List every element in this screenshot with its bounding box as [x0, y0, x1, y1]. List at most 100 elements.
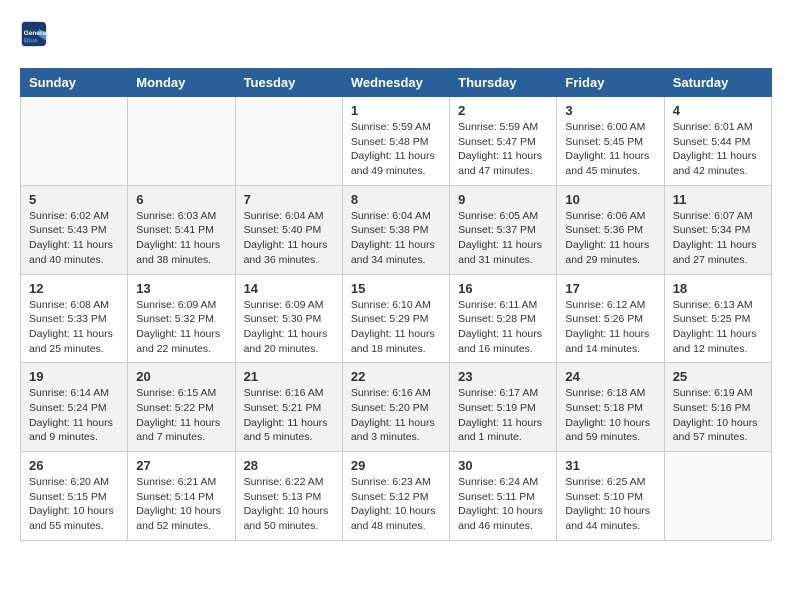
day-number: 23 — [458, 369, 548, 384]
day-info: Sunrise: 6:20 AMSunset: 5:15 PMDaylight:… — [29, 475, 119, 534]
calendar-cell: 15 Sunrise: 6:10 AMSunset: 5:29 PMDayligh… — [342, 274, 449, 363]
day-number: 2 — [458, 103, 548, 118]
week-row-3: 12Sunrise: 6:08 AMSunset: 5:33 PMDayligh… — [21, 274, 772, 363]
day-number: 26 — [29, 458, 119, 473]
day-number: 22 — [351, 369, 441, 384]
calendar-cell: 31 Sunrise: 6:25 AMSunset: 5:10 PMDayligh… — [557, 452, 664, 541]
day-number: 18 — [673, 281, 763, 296]
day-info: Sunrise: 6:23 AMSunset: 5:12 PMDaylight:… — [351, 475, 441, 534]
day-info: Sunrise: 6:17 AMSunset: 5:19 PMDaylight:… — [458, 386, 548, 445]
calendar-cell: 8 Sunrise: 6:04 AMSunset: 5:38 PMDaylight… — [342, 185, 449, 274]
day-info: Sunrise: 6:06 AMSunset: 5:36 PMDaylight:… — [565, 209, 655, 268]
day-info: Sunrise: 6:11 AMSunset: 5:28 PMDaylight:… — [458, 298, 548, 357]
day-number: 19 — [29, 369, 119, 384]
day-number: 20 — [136, 369, 226, 384]
day-info: Sunrise: 6:00 AMSunset: 5:45 PMDaylight:… — [565, 120, 655, 179]
day-info: Sunrise: 6:04 AMSunset: 5:40 PMDaylight:… — [244, 209, 334, 268]
day-info: Sunrise: 6:25 AMSunset: 5:10 PMDaylight:… — [565, 475, 655, 534]
calendar-cell: 30 Sunrise: 6:24 AMSunset: 5:11 PMDayligh… — [450, 452, 557, 541]
calendar-cell: 16 Sunrise: 6:11 AMSunset: 5:28 PMDayligh… — [450, 274, 557, 363]
calendar-cell: 23 Sunrise: 6:17 AMSunset: 5:19 PMDayligh… — [450, 363, 557, 452]
calendar-cell: 13Sunrise: 6:09 AMSunset: 5:32 PMDayligh… — [128, 274, 235, 363]
week-row-5: 26 Sunrise: 6:20 AMSunset: 5:15 PMDayligh… — [21, 452, 772, 541]
calendar-cell: 22 Sunrise: 6:16 AMSunset: 5:20 PMDayligh… — [342, 363, 449, 452]
day-number: 16 — [458, 281, 548, 296]
calendar-cell: 6Sunrise: 6:03 AMSunset: 5:41 PMDaylight… — [128, 185, 235, 274]
calendar-cell: 19 Sunrise: 6:14 AMSunset: 5:24 PMDayligh… — [21, 363, 128, 452]
day-info: Sunrise: 6:04 AMSunset: 5:38 PMDaylight:… — [351, 209, 441, 268]
calendar-cell: 1Sunrise: 5:59 AMSunset: 5:48 PMDaylight… — [342, 97, 449, 186]
calendar-cell: 10 Sunrise: 6:06 AMSunset: 5:36 PMDayligh… — [557, 185, 664, 274]
day-info: Sunrise: 6:03 AMSunset: 5:41 PMDaylight:… — [136, 209, 226, 268]
calendar-cell — [21, 97, 128, 186]
calendar-table: SundayMondayTuesdayWednesdayThursdayFrid… — [20, 68, 772, 541]
weekday-header-tuesday: Tuesday — [235, 69, 342, 97]
calendar-cell: 11 Sunrise: 6:07 AMSunset: 5:34 PMDayligh… — [664, 185, 771, 274]
day-number: 8 — [351, 192, 441, 207]
calendar-cell: 28 Sunrise: 6:22 AMSunset: 5:13 PMDayligh… — [235, 452, 342, 541]
day-number: 3 — [565, 103, 655, 118]
day-info: Sunrise: 6:12 AMSunset: 5:26 PMDaylight:… — [565, 298, 655, 357]
calendar-cell: 12Sunrise: 6:08 AMSunset: 5:33 PMDayligh… — [21, 274, 128, 363]
weekday-header-row: SundayMondayTuesdayWednesdayThursdayFrid… — [21, 69, 772, 97]
day-info: Sunrise: 6:08 AMSunset: 5:33 PMDaylight:… — [29, 298, 119, 357]
weekday-header-saturday: Saturday — [664, 69, 771, 97]
logo-icon: General Blue — [20, 20, 48, 48]
week-row-4: 19 Sunrise: 6:14 AMSunset: 5:24 PMDayligh… — [21, 363, 772, 452]
calendar-cell: 20 Sunrise: 6:15 AMSunset: 5:22 PMDayligh… — [128, 363, 235, 452]
calendar-cell: 26 Sunrise: 6:20 AMSunset: 5:15 PMDayligh… — [21, 452, 128, 541]
day-info: Sunrise: 6:01 AMSunset: 5:44 PMDaylight:… — [673, 120, 763, 179]
day-info: Sunrise: 6:05 AMSunset: 5:37 PMDaylight:… — [458, 209, 548, 268]
day-info: Sunrise: 6:13 AMSunset: 5:25 PMDaylight:… — [673, 298, 763, 357]
calendar-cell: 17Sunrise: 6:12 AMSunset: 5:26 PMDayligh… — [557, 274, 664, 363]
day-number: 4 — [673, 103, 763, 118]
calendar-cell: 21 Sunrise: 6:16 AMSunset: 5:21 PMDayligh… — [235, 363, 342, 452]
day-number: 14 — [244, 281, 334, 296]
day-info: Sunrise: 6:22 AMSunset: 5:13 PMDaylight:… — [244, 475, 334, 534]
calendar-cell: 14 Sunrise: 6:09 AMSunset: 5:30 PMDayligh… — [235, 274, 342, 363]
day-number: 7 — [244, 192, 334, 207]
weekday-header-wednesday: Wednesday — [342, 69, 449, 97]
day-info: Sunrise: 6:10 AMSunset: 5:29 PMDaylight:… — [351, 298, 441, 357]
calendar-cell: 29 Sunrise: 6:23 AMSunset: 5:12 PMDayligh… — [342, 452, 449, 541]
day-number: 27 — [136, 458, 226, 473]
weekday-header-monday: Monday — [128, 69, 235, 97]
calendar-cell: 3 Sunrise: 6:00 AMSunset: 5:45 PMDaylight… — [557, 97, 664, 186]
day-number: 29 — [351, 458, 441, 473]
calendar-cell — [128, 97, 235, 186]
day-number: 28 — [244, 458, 334, 473]
day-info: Sunrise: 6:09 AMSunset: 5:30 PMDaylight:… — [244, 298, 334, 357]
day-info: Sunrise: 6:16 AMSunset: 5:20 PMDaylight:… — [351, 386, 441, 445]
day-number: 15 — [351, 281, 441, 296]
calendar-cell: 2 Sunrise: 5:59 AMSunset: 5:47 PMDaylight… — [450, 97, 557, 186]
calendar-cell: 4 Sunrise: 6:01 AMSunset: 5:44 PMDaylight… — [664, 97, 771, 186]
calendar-cell: 18 Sunrise: 6:13 AMSunset: 5:25 PMDayligh… — [664, 274, 771, 363]
week-row-2: 5Sunrise: 6:02 AMSunset: 5:43 PMDaylight… — [21, 185, 772, 274]
day-number: 21 — [244, 369, 334, 384]
day-info: Sunrise: 6:14 AMSunset: 5:24 PMDaylight:… — [29, 386, 119, 445]
calendar-cell: 25Sunrise: 6:19 AMSunset: 5:16 PMDayligh… — [664, 363, 771, 452]
day-number: 10 — [565, 192, 655, 207]
day-info: Sunrise: 6:24 AMSunset: 5:11 PMDaylight:… — [458, 475, 548, 534]
day-number: 11 — [673, 192, 763, 207]
calendar-cell: 7 Sunrise: 6:04 AMSunset: 5:40 PMDaylight… — [235, 185, 342, 274]
svg-text:Blue: Blue — [24, 37, 38, 44]
weekday-header-friday: Friday — [557, 69, 664, 97]
day-info: Sunrise: 6:09 AMSunset: 5:32 PMDaylight:… — [136, 298, 226, 357]
day-info: Sunrise: 6:15 AMSunset: 5:22 PMDaylight:… — [136, 386, 226, 445]
day-info: Sunrise: 5:59 AMSunset: 5:47 PMDaylight:… — [458, 120, 548, 179]
day-info: Sunrise: 6:07 AMSunset: 5:34 PMDaylight:… — [673, 209, 763, 268]
day-info: Sunrise: 6:02 AMSunset: 5:43 PMDaylight:… — [29, 209, 119, 268]
logo: General Blue — [20, 20, 50, 48]
day-number: 24 — [565, 369, 655, 384]
day-number: 31 — [565, 458, 655, 473]
calendar-cell: 27 Sunrise: 6:21 AMSunset: 5:14 PMDayligh… — [128, 452, 235, 541]
weekday-header-thursday: Thursday — [450, 69, 557, 97]
day-info: Sunrise: 6:21 AMSunset: 5:14 PMDaylight:… — [136, 475, 226, 534]
day-info: Sunrise: 6:16 AMSunset: 5:21 PMDaylight:… — [244, 386, 334, 445]
calendar-cell: 24Sunrise: 6:18 AMSunset: 5:18 PMDayligh… — [557, 363, 664, 452]
day-number: 1 — [351, 103, 441, 118]
svg-text:General: General — [24, 30, 48, 37]
day-number: 30 — [458, 458, 548, 473]
day-number: 25 — [673, 369, 763, 384]
